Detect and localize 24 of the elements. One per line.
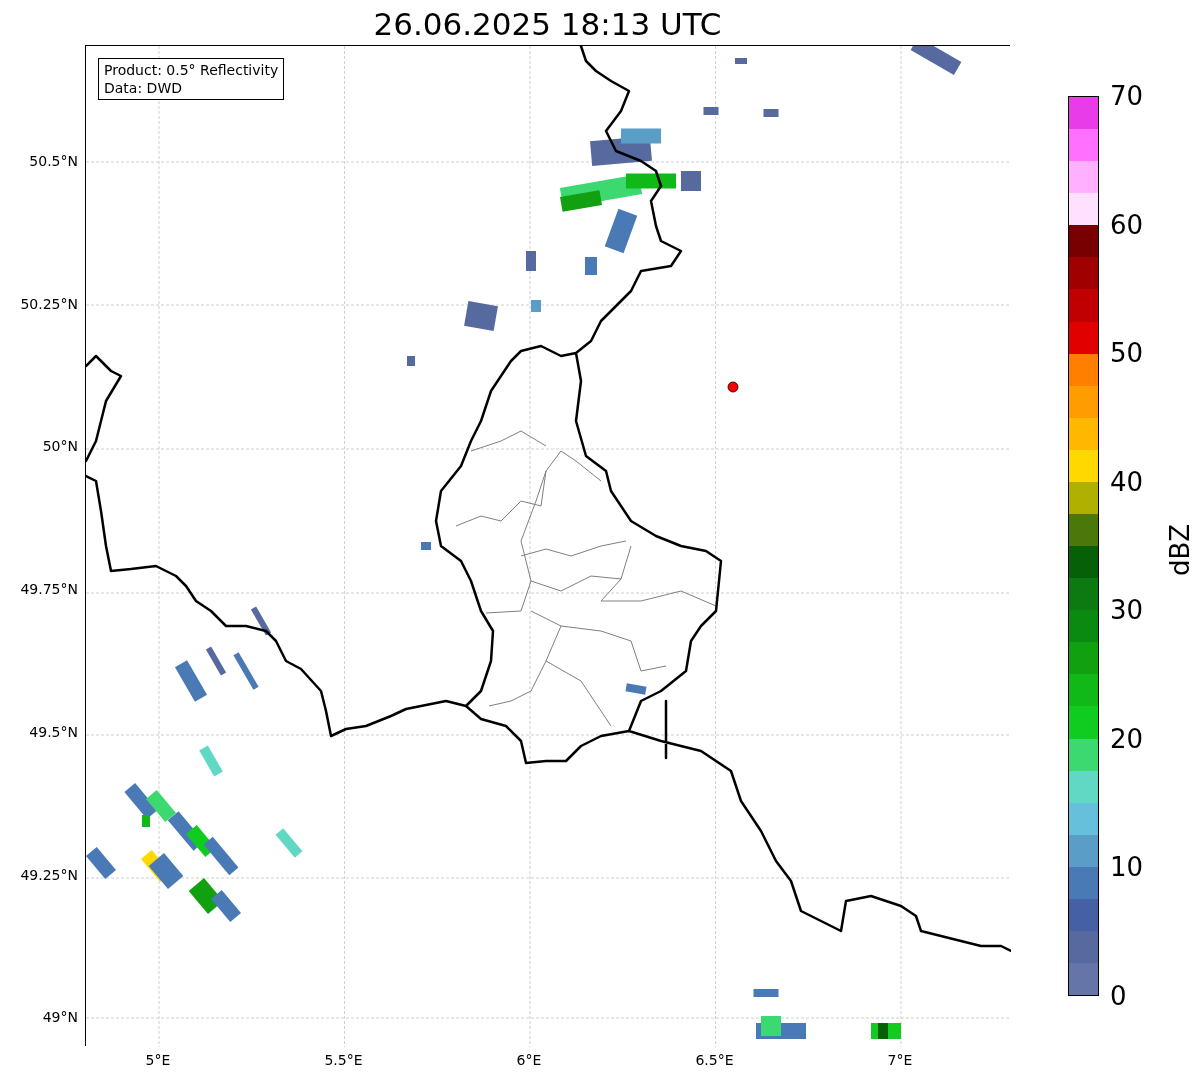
colorbar-tick-label: 0 (1110, 981, 1127, 1011)
y-tick-label: 50°N (42, 437, 78, 456)
colorbar-tick-label: 30 (1110, 595, 1144, 626)
y-tick-label: 49.5°N (29, 722, 78, 741)
y-tick-label: 49°N (42, 1008, 78, 1027)
y-tick-label: 50.5°N (29, 152, 78, 170)
y-tick-label: 49.25°N (20, 865, 78, 884)
colorbar-label: dBZ (1165, 523, 1195, 577)
x-tick-label: 5.5°E (324, 1051, 363, 1069)
colorbar-tick-label: 10 (1110, 852, 1144, 883)
x-tick-label: 6°E (516, 1051, 542, 1069)
chart-title: 26.06.2025 18:13 UTC (373, 5, 722, 44)
y-tick-label: 49.75°N (20, 580, 78, 599)
colorbar-tick-label: 60 (1110, 209, 1144, 240)
x-tick-label: 7°E (887, 1051, 913, 1069)
colorbar-tick-label: 40 (1110, 466, 1144, 497)
legend-text: Data: DWD (104, 79, 183, 97)
y-tick-label: 50.25°N (20, 294, 78, 313)
colorbar-tick-label: 70 (1110, 81, 1144, 111)
x-tick-label: 5°E (145, 1051, 171, 1069)
colorbar-tick-label: 50 (1110, 338, 1144, 369)
legend-text: Product: 0.5° Reflectivity (104, 61, 279, 79)
x-tick-label: 6.5°E (695, 1051, 734, 1069)
colorbar-tick-label: 20 (1110, 723, 1144, 754)
